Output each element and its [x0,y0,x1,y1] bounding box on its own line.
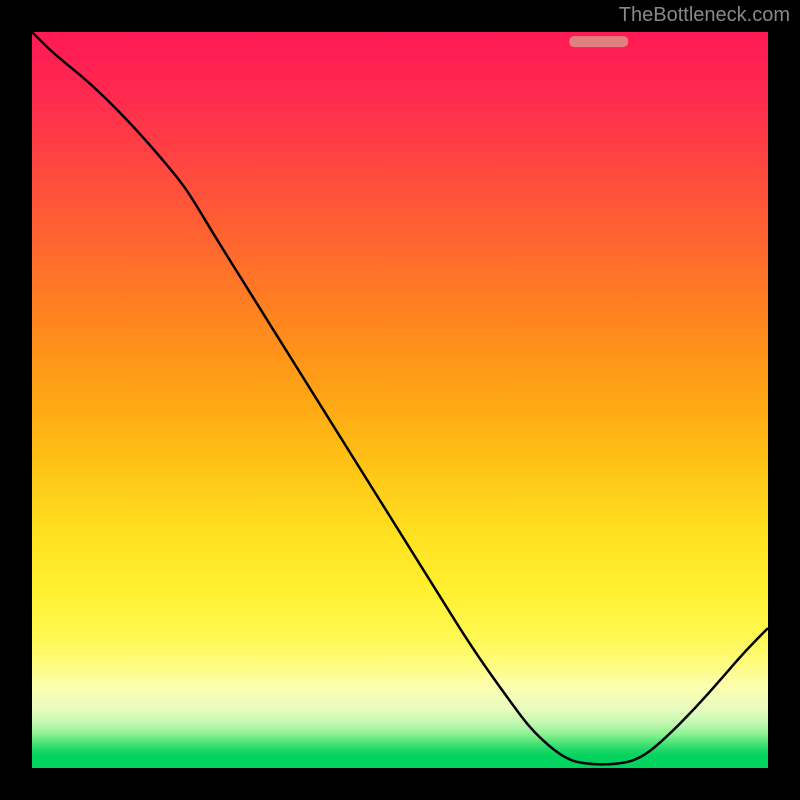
chart-svg [32,32,768,768]
bottleneck-marker [569,36,628,47]
chart-area [32,32,768,768]
gradient-background [32,32,768,768]
watermark-text: TheBottleneck.com [619,4,790,27]
